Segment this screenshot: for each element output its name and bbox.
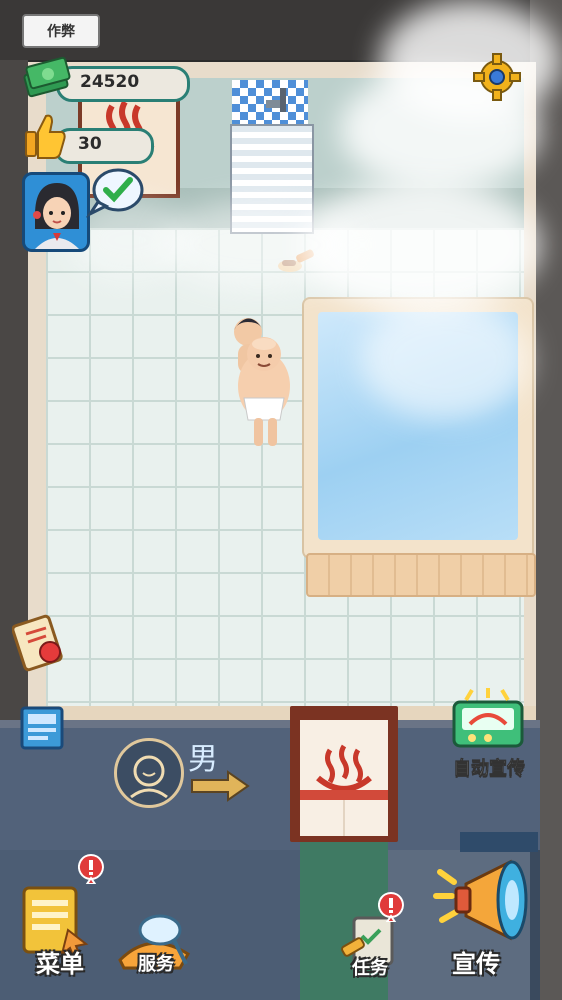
receptionist-avatar[interactable] [22, 172, 90, 252]
pool-wooden-step [306, 553, 536, 597]
auto-promote-machine-icon[interactable] [448, 688, 528, 750]
door-curtain-stripe [300, 790, 388, 800]
money-icon [23, 56, 71, 98]
customer-face-icon [114, 738, 184, 808]
task-label[interactable]: 任务 [352, 954, 388, 980]
newspaper-icon[interactable] [14, 700, 70, 760]
likes-bar [54, 128, 154, 164]
gear-icon[interactable] [472, 52, 522, 102]
thumbs-up-icon [25, 114, 66, 159]
money-value: 24520 [80, 72, 140, 92]
steam-cloud [360, 300, 530, 420]
check-bubble-icon [86, 168, 144, 218]
cheat-button[interactable]: 作弊 [22, 14, 100, 48]
promote-label[interactable]: 宣传 [452, 944, 500, 979]
lower-right-wall-strip [460, 832, 538, 852]
megaphone-icon[interactable] [432, 854, 536, 950]
steam-cloud [160, 200, 360, 290]
alert-badge-icon [378, 892, 404, 922]
arrow-right-icon [191, 770, 250, 802]
onsen-symbol-icon [316, 744, 372, 836]
clipboard-icon[interactable] [12, 612, 68, 672]
alert-badge-icon [78, 854, 104, 884]
steam-cloud [380, 0, 560, 120]
menu-label[interactable]: 菜单 [36, 944, 84, 979]
shower-head-icon [266, 88, 286, 112]
service-label[interactable]: 服务 [138, 950, 174, 976]
door-noren-curtain[interactable] [300, 720, 388, 836]
customer-characters[interactable] [224, 310, 304, 450]
likes-value: 30 [78, 134, 102, 154]
auto-promote-label[interactable]: 自动宣传 [444, 754, 534, 780]
